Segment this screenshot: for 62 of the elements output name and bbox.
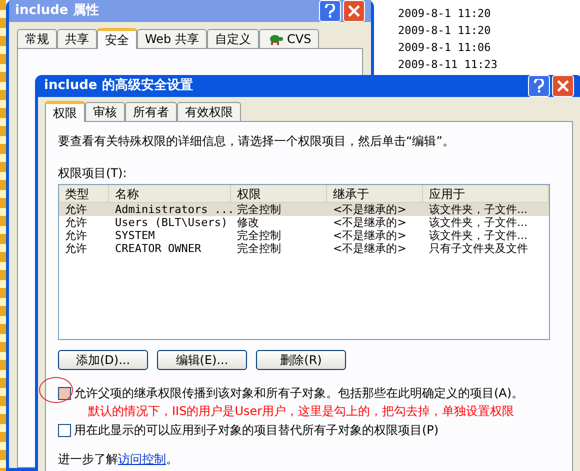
table-cell-text: <不是继承的> — [332, 216, 408, 229]
table-cell-text: Administrators ... — [114, 203, 231, 216]
table-row[interactable]: 允许 Administrators ... 完全控制 <不是继承的> 该文件夹，子文件... — [59, 203, 549, 216]
tab[interactable]: 审核 — [85, 102, 125, 121]
dialog-button[interactable]: 编辑(E)... — [157, 350, 247, 370]
table-cell-text: 允许 — [64, 203, 88, 216]
file-date: 2009-8-1 11:20 — [398, 6, 492, 22]
table-cell-text: SYSTEM — [114, 229, 156, 242]
checkbox[interactable] — [58, 386, 71, 400]
close-icon — [557, 80, 569, 92]
table-cell-text: 只有子文件夹及文件 — [428, 242, 529, 255]
footer-period: 。 — [166, 451, 178, 468]
close-button[interactable] — [552, 75, 574, 97]
table-cell-text: <不是继承的> — [332, 229, 408, 242]
close-button[interactable] — [343, 0, 365, 22]
table-row[interactable]: 允许 CREATOR OWNER 完全控制 <不是继承的> 只有子文件夹及文件 — [59, 242, 549, 255]
table-cell-text: CREATOR OWNER — [114, 242, 202, 255]
tab[interactable]: 权限 — [45, 101, 85, 122]
help-icon — [325, 4, 335, 18]
instructions: 要查看有关特殊权限的详细信息，请选择一个权限项目，然后单击“编辑”。 — [58, 133, 456, 150]
dialog-button[interactable]: 删除(R) — [256, 350, 346, 370]
table-cell-text: 允许 — [64, 242, 88, 255]
table-cell-text: 该文件夹，子文件... — [428, 216, 528, 229]
table-cell-text: <不是继承的> — [332, 203, 408, 216]
table-row[interactable]: 允许 SYSTEM 完全控制 <不是继承的> 该文件夹，子文件... — [59, 229, 549, 242]
tab[interactable]: 共享 — [57, 29, 97, 48]
tab[interactable]: 所有者 — [125, 102, 177, 121]
file-date: 2009-8-1 11:20 — [398, 23, 492, 39]
table-cell-text: 允许 — [64, 216, 88, 229]
table-row[interactable]: 允许 Users (BLT\Users) 修改 <不是继承的> 该文件夹，子文件... — [59, 216, 549, 229]
tab[interactable]: 安全 — [97, 28, 137, 49]
table-cell-text: 修改 — [236, 216, 260, 229]
help-icon — [534, 79, 544, 93]
table-cell-text: 完全控制 — [236, 242, 282, 255]
table-cell-text: 允许 — [64, 229, 88, 242]
list-label: 权限项目(T): — [58, 165, 128, 182]
checkbox[interactable] — [58, 424, 71, 436]
table-cell-text: 完全控制 — [236, 203, 282, 216]
tab[interactable]: 自定义 — [206, 29, 259, 48]
window-title: include 属性 — [15, 2, 99, 20]
tab[interactable]: 有效权限 — [177, 102, 241, 121]
tab[interactable]: 常规 — [17, 29, 57, 48]
close-icon — [348, 5, 360, 17]
tab[interactable]: Web 共享 — [137, 29, 207, 48]
annotation-text: 默认的情况下，IIS的用户是User用户，这里是勾上的，把勾去掉，单独设置权限 — [88, 403, 516, 420]
highlight-ellipse — [39, 377, 73, 403]
checkbox-label[interactable]: 用在此显示的可以应用到子对象的项目替代所有子对象的权限项目(P) — [74, 421, 439, 439]
footer-text: 进一步了解 — [58, 451, 118, 468]
help-button[interactable] — [319, 0, 341, 22]
dialog-button[interactable]: 添加(D)... — [58, 350, 148, 370]
table-cell-text: 该文件夹，子文件... — [428, 229, 528, 242]
window-title: include 的高级安全设置 — [44, 76, 193, 96]
table-cell-text: <不是继承的> — [332, 242, 408, 255]
file-date: 2009-8-11 11:23 — [398, 57, 498, 73]
help-button[interactable] — [528, 75, 550, 97]
checkbox-label[interactable]: 允许父项的继承权限传播到该对象和所有子对象。包括那些在此明确定义的项目(A)。 — [74, 384, 524, 402]
access-control-link[interactable]: 访问控制 — [118, 450, 166, 468]
table-cell-text: 该文件夹，子文件... — [428, 203, 528, 216]
table-cell-text: Users (BLT\Users) — [114, 216, 229, 229]
tab[interactable]: CVS — [258, 29, 320, 48]
table-cell-text: 完全控制 — [236, 229, 282, 242]
file-date: 2009-8-1 11:06 — [398, 40, 492, 56]
